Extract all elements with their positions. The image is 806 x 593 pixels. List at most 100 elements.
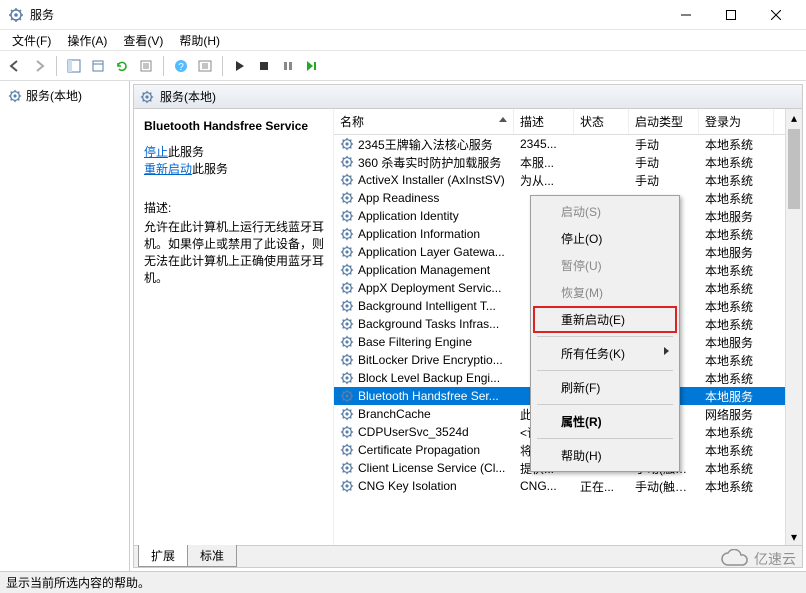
toolbar: ? xyxy=(0,51,806,81)
gear-icon xyxy=(340,245,354,259)
tree-node-label: 服务(本地) xyxy=(26,87,82,104)
cm-separator xyxy=(537,336,673,337)
watermark: 亿速云 xyxy=(720,549,796,569)
service-logon: 本地系统 xyxy=(699,171,774,190)
restart-button[interactable] xyxy=(301,55,323,77)
title-bar: 服务 xyxy=(0,0,806,30)
vertical-scrollbar[interactable]: ▴ ▾ xyxy=(785,109,802,545)
cm-resume: 恢复(M) xyxy=(533,279,677,306)
restart-service-line: 重新启动此服务 xyxy=(144,160,325,177)
service-name: Background Intelligent T... xyxy=(358,299,496,313)
service-logon: 本地系统 xyxy=(699,477,774,496)
cm-stop[interactable]: 停止(O) xyxy=(533,225,677,252)
minimize-button[interactable] xyxy=(663,0,708,30)
gear-icon xyxy=(140,90,154,104)
table-header: 名称 描述 状态 启动类型 登录为 xyxy=(334,109,802,135)
scroll-thumb[interactable] xyxy=(788,129,800,209)
back-button[interactable] xyxy=(4,55,26,77)
col-start[interactable]: 启动类型 xyxy=(629,109,699,134)
cm-pause: 暂停(U) xyxy=(533,252,677,279)
selected-service-name: Bluetooth Handsfree Service xyxy=(144,119,325,133)
gear-icon xyxy=(340,191,354,205)
service-name: ActiveX Installer (AxInstSV) xyxy=(358,173,505,187)
col-name[interactable]: 名称 xyxy=(334,109,514,134)
toolbar-icon[interactable] xyxy=(194,55,216,77)
gear-icon xyxy=(340,155,354,169)
main-area: 服务(本地) 服务(本地) Bluetooth Handsfree Servic… xyxy=(0,81,806,571)
service-desc: 本服... xyxy=(514,153,574,172)
menu-file[interactable]: 文件(F) xyxy=(4,30,59,51)
close-button[interactable] xyxy=(753,0,798,30)
cm-help[interactable]: 帮助(H) xyxy=(533,442,677,469)
stop-service-line: 停止此服务 xyxy=(144,143,325,160)
tree-node-services-local[interactable]: 服务(本地) xyxy=(4,85,125,106)
export-button[interactable] xyxy=(87,55,109,77)
status-text: 显示当前所选内容的帮助。 xyxy=(6,574,150,591)
gear-icon xyxy=(340,461,354,475)
maximize-button[interactable] xyxy=(708,0,753,30)
gear-icon xyxy=(340,281,354,295)
cm-refresh[interactable]: 刷新(F) xyxy=(533,374,677,401)
menu-action[interactable]: 操作(A) xyxy=(59,30,115,51)
forward-button[interactable] xyxy=(28,55,50,77)
show-hide-tree-button[interactable] xyxy=(63,55,85,77)
window-title: 服务 xyxy=(30,6,663,23)
table-row[interactable]: ActiveX Installer (AxInstSV)为从...手动本地系统 xyxy=(334,171,802,189)
pause-button[interactable] xyxy=(277,55,299,77)
service-logon: 本地系统 xyxy=(699,315,774,334)
service-logon: 本地系统 xyxy=(699,153,774,172)
col-status[interactable]: 状态 xyxy=(574,109,629,134)
col-logon[interactable]: 登录为 xyxy=(699,109,774,134)
table-row[interactable]: 2345王牌输入法核心服务2345...手动本地系统 xyxy=(334,135,802,153)
gear-icon xyxy=(340,389,354,403)
service-name: Application Information xyxy=(358,227,480,241)
service-logon: 网络服务 xyxy=(699,405,774,424)
service-status xyxy=(574,143,629,145)
service-logon: 本地系统 xyxy=(699,297,774,316)
table-row[interactable]: CNG Key IsolationCNG...正在...手动(触发...本地系统 xyxy=(334,477,802,495)
service-name: Background Tasks Infras... xyxy=(358,317,499,331)
panel-title: 服务(本地) xyxy=(160,88,216,105)
service-name: App Readiness xyxy=(358,191,439,205)
tabs: 扩展 标准 xyxy=(134,545,802,567)
gear-icon xyxy=(340,335,354,349)
stop-button[interactable] xyxy=(253,55,275,77)
properties-button[interactable] xyxy=(135,55,157,77)
play-button[interactable] xyxy=(229,55,251,77)
service-name: BranchCache xyxy=(358,407,431,421)
scroll-up-icon[interactable]: ▴ xyxy=(786,109,802,126)
tree-panel: 服务(本地) xyxy=(0,81,130,571)
scroll-down-icon[interactable]: ▾ xyxy=(786,528,802,545)
gear-icon xyxy=(340,407,354,421)
status-bar: 显示当前所选内容的帮助。 xyxy=(0,571,806,593)
service-name: Base Filtering Engine xyxy=(358,335,472,349)
tab-extended[interactable]: 扩展 xyxy=(138,545,188,567)
cm-separator xyxy=(537,438,673,439)
service-name: 2345王牌输入法核心服务 xyxy=(358,136,493,153)
restart-service-link[interactable]: 重新启动 xyxy=(144,162,192,176)
cloud-icon xyxy=(720,549,750,569)
service-name: Application Management xyxy=(358,263,490,277)
menu-view[interactable]: 查看(V) xyxy=(115,30,171,51)
service-name: Application Layer Gatewa... xyxy=(358,245,505,259)
tab-standard[interactable]: 标准 xyxy=(187,545,237,567)
cm-restart[interactable]: 重新启动(E) xyxy=(533,306,677,333)
cm-separator xyxy=(537,404,673,405)
context-menu: 启动(S) 停止(O) 暂停(U) 恢复(M) 重新启动(E) 所有任务(K) … xyxy=(530,195,680,472)
stop-service-link[interactable]: 停止 xyxy=(144,145,168,159)
service-status: 正在... xyxy=(574,477,629,496)
service-start: 手动 xyxy=(629,135,699,154)
menu-help[interactable]: 帮助(H) xyxy=(171,30,228,51)
help-button[interactable]: ? xyxy=(170,55,192,77)
cm-properties[interactable]: 属性(R) xyxy=(533,408,677,435)
service-logon: 本地系统 xyxy=(699,423,774,442)
svg-text:?: ? xyxy=(178,62,184,73)
refresh-button[interactable] xyxy=(111,55,133,77)
service-logon: 本地系统 xyxy=(699,369,774,388)
col-desc[interactable]: 描述 xyxy=(514,109,574,134)
cm-all-tasks[interactable]: 所有任务(K) xyxy=(533,340,677,367)
table-row[interactable]: 360 杀毒实时防护加载服务本服...手动本地系统 xyxy=(334,153,802,171)
service-name: Certificate Propagation xyxy=(358,443,480,457)
service-status xyxy=(574,179,629,181)
service-name: Bluetooth Handsfree Ser... xyxy=(358,389,499,403)
